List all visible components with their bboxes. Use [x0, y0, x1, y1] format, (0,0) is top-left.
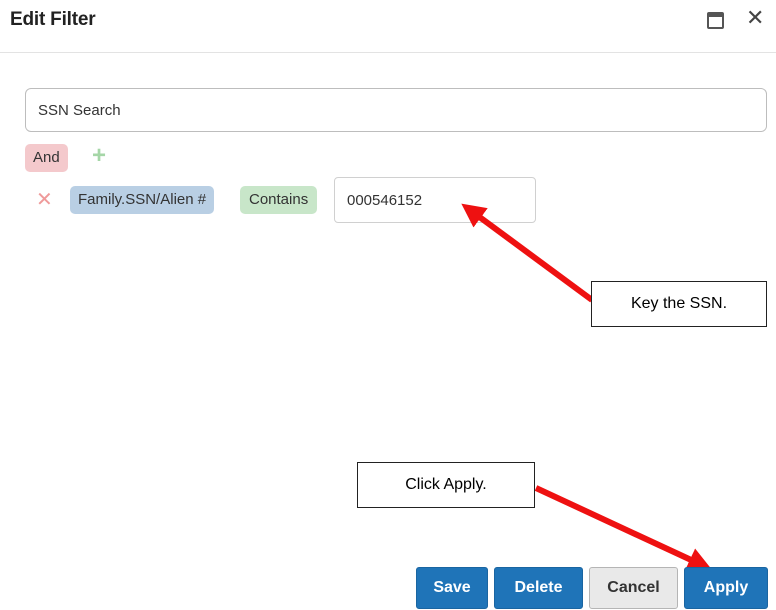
condition-field-chip[interactable]: Family.SSN/Alien #	[70, 186, 215, 214]
arrow-to-apply-button	[534, 485, 712, 571]
maximize-icon[interactable]	[707, 12, 724, 29]
remove-condition-icon[interactable]: ✕	[36, 186, 53, 214]
cancel-button[interactable]: Cancel	[589, 567, 678, 609]
dialog-title: Edit Filter	[10, 9, 96, 30]
callout-key-ssn: Key the SSN.	[591, 281, 767, 327]
callout-click-apply-text: Click Apply.	[405, 476, 487, 493]
header-divider	[0, 52, 776, 53]
condition-operator-chip[interactable]: Contains	[240, 186, 318, 214]
group-operator-and[interactable]: And	[25, 144, 68, 172]
apply-button[interactable]: Apply	[684, 567, 768, 609]
save-button[interactable]: Save	[416, 567, 488, 609]
delete-button[interactable]: Delete	[494, 567, 583, 609]
close-icon[interactable]: ✕	[746, 6, 764, 30]
filter-name-input[interactable]	[25, 88, 767, 132]
plus-icon[interactable]: +	[92, 141, 106, 171]
callout-click-apply: Click Apply.	[357, 462, 535, 508]
arrow-to-ssn-field	[461, 203, 594, 303]
callout-key-ssn-text: Key the SSN.	[630, 295, 728, 312]
condition-value-input[interactable]	[334, 177, 536, 223]
